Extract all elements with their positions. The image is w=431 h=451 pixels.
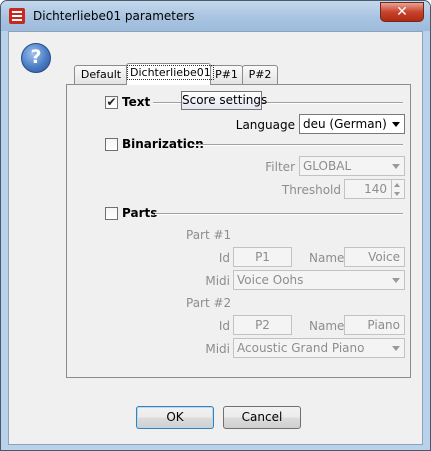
threshold-label: Threshold	[281, 183, 341, 197]
part-2-name-value: Piano	[367, 318, 400, 332]
chevron-down-icon	[392, 164, 400, 169]
tab-p1-label: P#1	[215, 68, 238, 81]
part-1-name-input[interactable]: Voice	[344, 247, 405, 267]
tab-p2-label: P#2	[248, 68, 272, 81]
part-1-name-label: Name	[309, 251, 345, 265]
part-2-name-label: Name	[309, 319, 345, 333]
ok-button[interactable]: OK	[136, 406, 214, 429]
parts-section-separator	[155, 213, 403, 215]
text-section-label: Text	[122, 95, 151, 109]
threshold-spinner[interactable]	[392, 179, 405, 199]
tab-p1[interactable]: P#1	[210, 65, 243, 84]
binarization-checkbox[interactable]	[105, 138, 118, 151]
filter-value: GLOBAL	[303, 159, 352, 173]
part-1-midi-select[interactable]: Voice Oohs	[233, 270, 405, 290]
score-settings-panel: ✔ Text Language deu (German) Binarizatio…	[66, 84, 411, 378]
tab-default[interactable]: Default	[74, 65, 128, 84]
checkmark-icon: ✔	[106, 95, 117, 109]
part-1-midi-value: Voice Oohs	[237, 273, 304, 287]
language-value: deu (German)	[303, 117, 387, 131]
part-2-midi-label: Midi	[205, 342, 230, 356]
language-label: Language	[235, 118, 295, 132]
tab-p2[interactable]: P#2	[242, 65, 278, 84]
part-1-midi-label: Midi	[205, 274, 230, 288]
chevron-down-icon	[392, 346, 400, 351]
part-2-id-value: P2	[255, 318, 270, 332]
text-checkbox[interactable]: ✔	[105, 96, 118, 109]
filter-label: Filter	[265, 160, 295, 174]
filter-select[interactable]: GLOBAL	[299, 156, 405, 176]
window-title: Dichterliebe01 parameters	[33, 9, 195, 23]
score-settings-tooltip: Score settings	[181, 91, 267, 110]
chevron-down-icon	[392, 278, 400, 283]
part-2-id-label: Id	[218, 319, 230, 333]
spinner-up-icon	[394, 183, 400, 187]
part-2-midi-select[interactable]: Acoustic Grand Piano	[233, 338, 405, 358]
part-1-id-input[interactable]: P1	[233, 247, 292, 267]
language-select[interactable]: deu (German)	[299, 114, 405, 134]
dialog-client-area: ? Default Dichterliebe01 P#1 P#2 ✔ Text …	[8, 31, 423, 445]
tab-dichterliebe01-label: Dichterliebe01	[127, 65, 214, 80]
part-2-midi-value: Acoustic Grand Piano	[237, 341, 365, 355]
close-button[interactable]: ✕	[380, 2, 424, 22]
parts-checkbox[interactable]	[105, 207, 118, 220]
chevron-down-icon	[392, 122, 400, 127]
part-1-id-label: Id	[218, 251, 230, 265]
app-logo-icon	[9, 8, 25, 24]
parts-section-label: Parts	[122, 206, 158, 220]
part-1-id-value: P1	[255, 250, 270, 264]
help-icon[interactable]: ?	[21, 43, 51, 73]
part-1-name-value: Voice	[368, 250, 400, 264]
part-2-name-input[interactable]: Piano	[344, 315, 405, 335]
dialog-window: Dichterliebe01 parameters ✕ ? Default Di…	[0, 0, 431, 451]
title-bar[interactable]: Dichterliebe01 parameters ✕	[1, 1, 430, 31]
tab-default-label: Default	[80, 68, 122, 81]
threshold-input[interactable]: 140	[344, 179, 392, 199]
spinner-down-icon	[394, 192, 400, 196]
binarization-section-separator	[192, 144, 403, 146]
part-2-id-input[interactable]: P2	[233, 315, 292, 335]
tab-dichterliebe01[interactable]: Dichterliebe01	[126, 63, 214, 85]
cancel-button[interactable]: Cancel	[223, 406, 301, 429]
part-1-heading: Part #1	[186, 228, 232, 242]
close-icon: ✕	[396, 4, 408, 20]
threshold-value: 140	[364, 182, 387, 196]
part-2-heading: Part #2	[186, 296, 232, 310]
